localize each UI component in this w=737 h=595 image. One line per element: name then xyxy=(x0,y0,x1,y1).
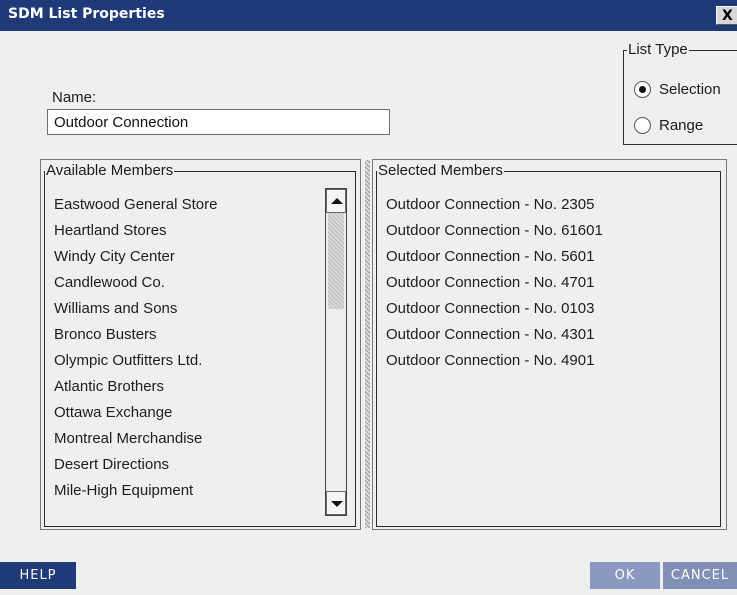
list-item[interactable]: Outdoor Connection - No. 2305 xyxy=(386,196,594,213)
selection-radio-label[interactable]: Selection xyxy=(659,81,721,98)
available-members-panel: Available Members Eastwood General Store… xyxy=(40,159,361,530)
selected-members-panel: Selected Members Outdoor Connection - No… xyxy=(372,159,727,530)
list-item[interactable]: Windy City Center xyxy=(54,248,175,265)
list-item[interactable]: Outdoor Connection - No. 4701 xyxy=(386,274,594,291)
title-bar: SDM List Properties X xyxy=(0,0,737,31)
list-item[interactable]: Olympic Outfitters Ltd. xyxy=(54,352,202,369)
selection-radio[interactable] xyxy=(634,80,653,100)
scroll-down-button[interactable] xyxy=(326,491,346,515)
list-item[interactable]: Outdoor Connection - No. 5601 xyxy=(386,248,594,265)
list-item[interactable]: Outdoor Connection - No. 0103 xyxy=(386,300,594,317)
list-type-group: List Type Selection Range xyxy=(623,42,737,145)
selected-members-list[interactable]: Selected Members Outdoor Connection - No… xyxy=(376,163,721,527)
list-item[interactable]: Candlewood Co. xyxy=(54,274,165,291)
window-title: SDM List Properties xyxy=(8,6,165,22)
list-item[interactable]: Outdoor Connection - No. 4901 xyxy=(386,352,594,369)
range-radio[interactable] xyxy=(634,116,653,136)
list-item[interactable]: Mile-High Equipment xyxy=(54,482,193,499)
range-radio-label[interactable]: Range xyxy=(659,117,703,134)
ok-button[interactable]: OK xyxy=(590,562,660,589)
list-type-title: List Type xyxy=(627,41,689,58)
available-members-list[interactable]: Available Members Eastwood General Store… xyxy=(44,163,356,527)
list-item[interactable]: Outdoor Connection - No. 4301 xyxy=(386,326,594,343)
cancel-button[interactable]: CANCEL xyxy=(663,562,737,589)
arrow-up-icon xyxy=(331,198,343,204)
list-item[interactable]: Desert Directions xyxy=(54,456,169,473)
list-item[interactable]: Williams and Sons xyxy=(54,300,177,317)
arrow-down-icon xyxy=(331,501,343,507)
scroll-up-button[interactable] xyxy=(326,189,346,213)
close-icon[interactable]: X xyxy=(716,6,737,25)
name-label: Name: xyxy=(52,89,97,106)
radio-selected-dot xyxy=(639,86,646,93)
name-input[interactable] xyxy=(47,109,390,135)
list-item[interactable]: Heartland Stores xyxy=(54,222,167,239)
panel-splitter[interactable] xyxy=(365,160,370,528)
list-item[interactable]: Montreal Merchandise xyxy=(54,430,202,447)
list-item[interactable]: Outdoor Connection - No. 61601 xyxy=(386,222,603,239)
list-item[interactable]: Bronco Busters xyxy=(54,326,157,343)
list-item[interactable]: Eastwood General Store xyxy=(54,196,217,213)
list-item[interactable]: Atlantic Brothers xyxy=(54,378,164,395)
list-item[interactable]: Ottawa Exchange xyxy=(54,404,172,421)
available-members-title: Available Members xyxy=(45,162,175,179)
help-button[interactable]: HELP xyxy=(0,562,76,589)
available-members-scrollbar[interactable] xyxy=(325,188,347,516)
scroll-thumb[interactable] xyxy=(328,213,344,309)
selected-members-title: Selected Members xyxy=(377,162,505,179)
sdm-list-properties-dialog: SDM List Properties X Name: List Type Se… xyxy=(0,0,737,595)
